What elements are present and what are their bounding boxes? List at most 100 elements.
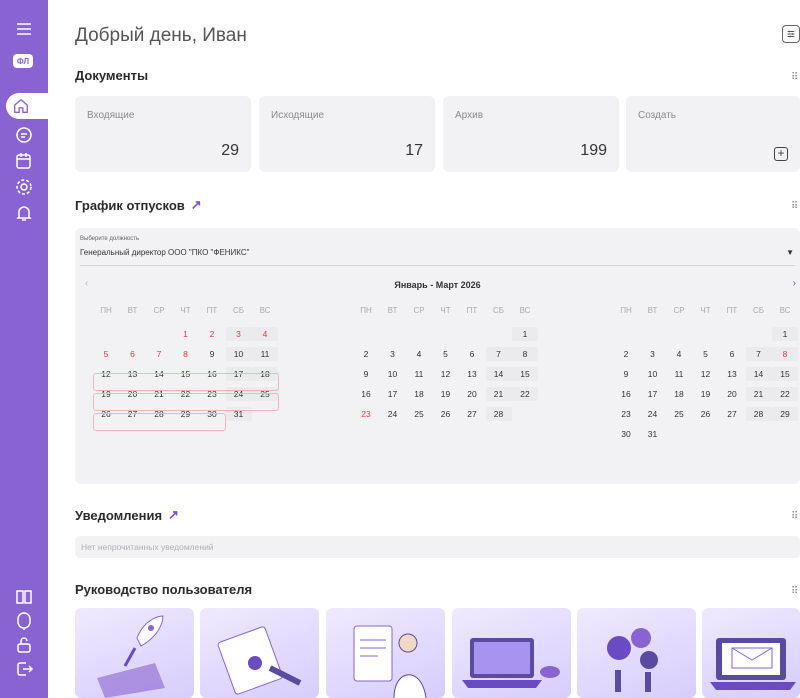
calendar-day[interactable]: 9 — [613, 367, 639, 381]
calendar-day[interactable]: 20 — [459, 387, 485, 401]
guide-card-email[interactable] — [702, 608, 800, 698]
calendar-day[interactable]: 3 — [380, 347, 406, 361]
outgoing-card[interactable]: Исходящие 17 — [259, 96, 435, 172]
calendar-day[interactable]: 7 — [745, 347, 772, 361]
calendar-day[interactable]: 21 — [745, 387, 772, 401]
calendar-day[interactable]: 24 — [380, 407, 406, 421]
calendar-day[interactable]: 12 — [433, 367, 459, 381]
calendar-day[interactable]: 26 — [433, 407, 459, 421]
calendar-day[interactable]: 6 — [459, 347, 485, 361]
calendar-day[interactable]: 16 — [353, 387, 379, 401]
incoming-card[interactable]: Входящие 29 — [75, 96, 251, 172]
calendar-day[interactable]: 11 — [666, 367, 692, 381]
calendar-day[interactable]: 2 — [199, 327, 225, 341]
menu-icon[interactable] — [0, 14, 48, 44]
calendar-day[interactable]: 10 — [380, 367, 406, 381]
calendar-day[interactable]: 4 — [252, 327, 278, 341]
guide-card-gears[interactable] — [577, 608, 696, 698]
calendar-day[interactable]: 10 — [640, 367, 666, 381]
calendar-day[interactable]: 13 — [719, 367, 745, 381]
calendar-day[interactable]: 3 — [640, 347, 666, 361]
calendar-day[interactable]: 25 — [406, 407, 432, 421]
calendar-day[interactable]: 16 — [613, 387, 639, 401]
calendar-day[interactable]: 11 — [406, 367, 432, 381]
calendar-day[interactable]: 21 — [485, 387, 512, 401]
calendar-day[interactable]: 4 — [666, 347, 692, 361]
calendar-day[interactable]: 9 — [353, 367, 379, 381]
calendar-day[interactable]: 14 — [485, 367, 512, 381]
calendar-day[interactable]: 2 — [353, 347, 379, 361]
calendar-day[interactable]: 8 — [512, 347, 538, 361]
create-card[interactable]: Создать + — [626, 96, 800, 172]
calendar-day[interactable]: 1 — [173, 327, 199, 341]
calendar-day[interactable]: 1 — [772, 327, 798, 341]
sidebar-item-home[interactable] — [6, 93, 54, 119]
calendar-day[interactable]: 27 — [719, 407, 745, 421]
calendar-day[interactable]: 23 — [613, 407, 639, 421]
dropdown-caret-icon[interactable]: ▼ — [786, 248, 794, 257]
calendar-day[interactable]: 17 — [640, 387, 666, 401]
user-type-badge[interactable]: ФЛ — [13, 54, 33, 68]
calendar-day[interactable]: 3 — [225, 327, 252, 341]
calendar-day[interactable]: 12 — [693, 367, 719, 381]
guide-card-signature[interactable] — [200, 608, 319, 698]
calendar-day[interactable]: 10 — [225, 347, 252, 361]
calendar-day[interactable]: 6 — [120, 347, 146, 361]
calendar-day[interactable]: 4 — [406, 347, 432, 361]
calendar-day[interactable]: 19 — [693, 387, 719, 401]
calendar-day[interactable]: 17 — [380, 387, 406, 401]
calendar-day[interactable]: 24 — [640, 407, 666, 421]
calendar-day[interactable]: 19 — [433, 387, 459, 401]
plus-icon[interactable]: + — [774, 147, 788, 161]
calendar-day[interactable]: 6 — [719, 347, 745, 361]
chevron-right-icon[interactable]: › — [793, 278, 796, 289]
external-link-icon[interactable]: ↗ — [191, 197, 202, 213]
sidebar-item-notifications[interactable] — [0, 198, 48, 228]
calendar-day[interactable]: 1 — [512, 327, 538, 341]
calendar-day[interactable]: 8 — [173, 347, 199, 361]
position-select[interactable]: Генеральный директор ООО "ПКО "ФЕНИКС" — [80, 248, 250, 257]
calendar-day[interactable]: 28 — [485, 407, 512, 421]
calendar-day[interactable]: 22 — [772, 387, 798, 401]
calendar-day[interactable]: 18 — [666, 387, 692, 401]
filter-settings-icon[interactable] — [782, 25, 800, 43]
drag-handle-icon[interactable]: ⠿ — [791, 72, 798, 83]
calendar-day[interactable]: 31 — [640, 427, 666, 441]
calendar-day[interactable]: 2 — [613, 347, 639, 361]
calendar-day[interactable]: 22 — [512, 387, 538, 401]
vacations-title[interactable]: График отпусков ↗ — [75, 197, 202, 213]
calendar-day[interactable]: 7 — [146, 347, 172, 361]
drag-handle-icon[interactable]: ⠿ — [791, 511, 798, 522]
calendar-day[interactable]: 11 — [252, 347, 278, 361]
calendar-day[interactable]: 15 — [512, 367, 538, 381]
calendar-day[interactable]: 25 — [666, 407, 692, 421]
calendar-day[interactable]: 27 — [459, 407, 485, 421]
calendar-day[interactable]: 8 — [772, 347, 798, 361]
calendar-day[interactable]: 29 — [772, 407, 798, 421]
drag-handle-icon[interactable]: ⠿ — [791, 586, 798, 597]
calendar-day[interactable]: 18 — [406, 387, 432, 401]
sidebar-item-logout[interactable] — [0, 654, 48, 684]
guide-card-laptop[interactable] — [452, 608, 571, 698]
notifications-title[interactable]: Уведомления ↗ — [75, 507, 179, 523]
calendar-day[interactable]: 5 — [693, 347, 719, 361]
archive-card[interactable]: Архив 199 — [443, 96, 619, 172]
calendar-day[interactable]: 20 — [719, 387, 745, 401]
calendar-day[interactable]: 13 — [459, 367, 485, 381]
book-icon — [16, 590, 32, 604]
calendar-day[interactable]: 23 — [353, 407, 379, 421]
calendar-day[interactable]: 9 — [199, 347, 225, 361]
calendar-day[interactable]: 5 — [93, 347, 119, 361]
calendar-day[interactable]: 7 — [485, 347, 512, 361]
calendar-day[interactable]: 26 — [693, 407, 719, 421]
guide-card-person[interactable] — [326, 608, 445, 698]
drag-handle-icon[interactable]: ⠿ — [791, 201, 798, 212]
calendar-day[interactable]: 30 — [613, 427, 639, 441]
calendar-day[interactable]: 28 — [745, 407, 772, 421]
calendar-day[interactable]: 15 — [772, 367, 798, 381]
guide-card-rocket[interactable] — [75, 608, 194, 698]
calendar-day[interactable]: 5 — [433, 347, 459, 361]
external-link-icon[interactable]: ↗ — [168, 507, 179, 523]
weekday-label: ПТ — [206, 306, 218, 315]
calendar-day[interactable]: 14 — [745, 367, 772, 381]
